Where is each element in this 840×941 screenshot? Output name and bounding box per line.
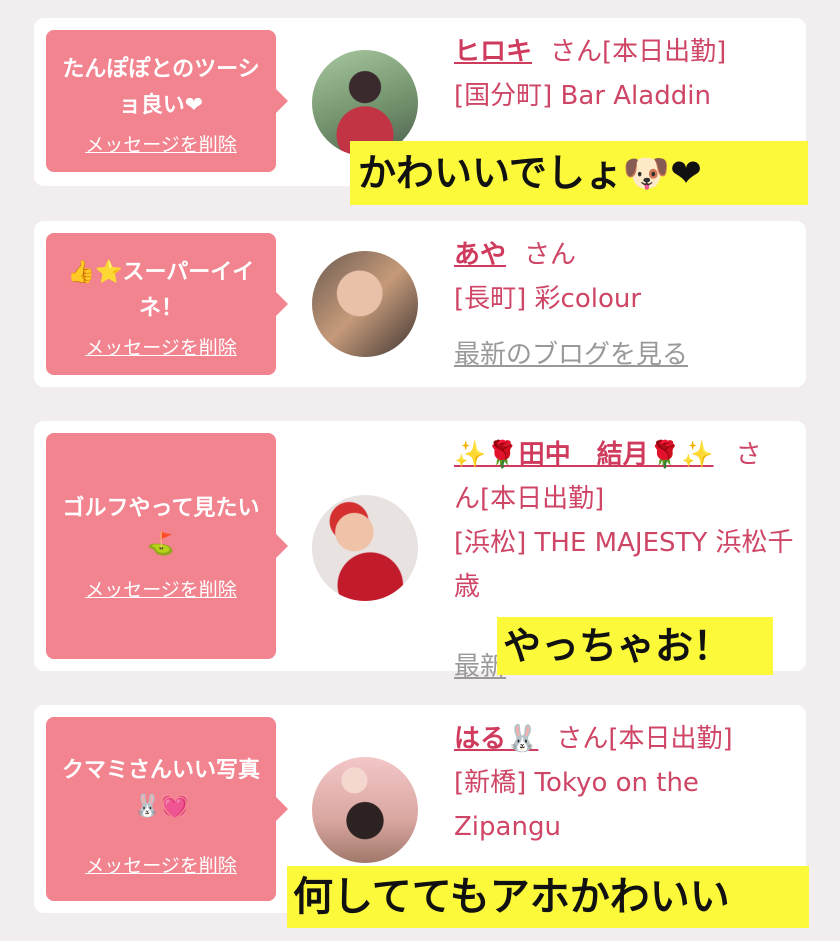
caption-overlay: やっちゃお！: [497, 617, 773, 675]
girl-info: あや さん [長町] 彩colour 最新のブログを見る: [454, 233, 794, 377]
work-status: [本日出勤]: [602, 37, 727, 67]
message-text: ゴルフやって見たい⛳: [62, 496, 260, 557]
honorific: さん: [556, 724, 609, 754]
message-text: たんぽぽとのツーショ良い❤: [62, 57, 260, 118]
work-status: ん[本日出勤]: [454, 484, 605, 514]
girl-name-link[interactable]: はる🐰: [454, 724, 538, 754]
honorific: さ: [735, 440, 762, 470]
shop-name: [新橋] Tokyo on the Zipangu: [454, 768, 699, 842]
delete-message-link[interactable]: メッセージを削除: [46, 851, 276, 878]
message-bubble: 👍⭐スーパーイイネ！ メッセージを削除: [46, 233, 288, 375]
caption-overlay: かわいいでしょ🐶❤: [350, 141, 808, 205]
avatar[interactable]: [312, 495, 418, 601]
avatar[interactable]: [312, 757, 418, 863]
message-bubble: ゴルフやって見たい⛳ メッセージを削除: [46, 433, 288, 659]
girl-name-link[interactable]: ヒロキ: [454, 37, 532, 67]
latest-blog-link[interactable]: 最新のブログを見る: [454, 340, 688, 370]
girl-name-link[interactable]: ✨🌹田中 結月🌹✨: [454, 440, 714, 470]
work-status: [本日出勤]: [608, 724, 733, 754]
shop-name: [長町] 彩colour: [454, 284, 642, 314]
delete-message-link[interactable]: メッセージを削除: [46, 130, 276, 157]
message-text: 👍⭐スーパーイイネ！: [67, 260, 255, 321]
caption-overlay: 何しててもアホかわいい: [287, 866, 809, 928]
avatar[interactable]: [312, 251, 418, 357]
delete-message-link[interactable]: メッセージを削除: [46, 575, 276, 602]
girl-name-link[interactable]: あや: [454, 240, 506, 270]
shop-name: [国分町] Bar Aladdin: [454, 81, 711, 111]
shop-name: [浜松] THE MAJESTY 浜松千歳: [454, 528, 794, 602]
girl-info: はる🐰 さん[本日出勤] [新橋] Tokyo on the Zipangu: [454, 717, 794, 849]
message-text: クマミさんいい写真🐰💓: [61, 758, 260, 819]
honorific: さん: [524, 240, 577, 270]
honorific: さん: [550, 37, 603, 67]
delete-message-link[interactable]: メッセージを削除: [46, 333, 276, 360]
message-card: 👍⭐スーパーイイネ！ メッセージを削除 あや さん [長町] 彩colour 最新…: [34, 221, 806, 387]
message-bubble: クマミさんいい写真🐰💓 メッセージを削除: [46, 717, 288, 901]
girl-info: ヒロキ さん[本日出勤] [国分町] Bar Aladdin: [454, 30, 794, 118]
message-bubble: たんぽぽとのツーショ良い❤ メッセージを削除: [46, 30, 288, 172]
